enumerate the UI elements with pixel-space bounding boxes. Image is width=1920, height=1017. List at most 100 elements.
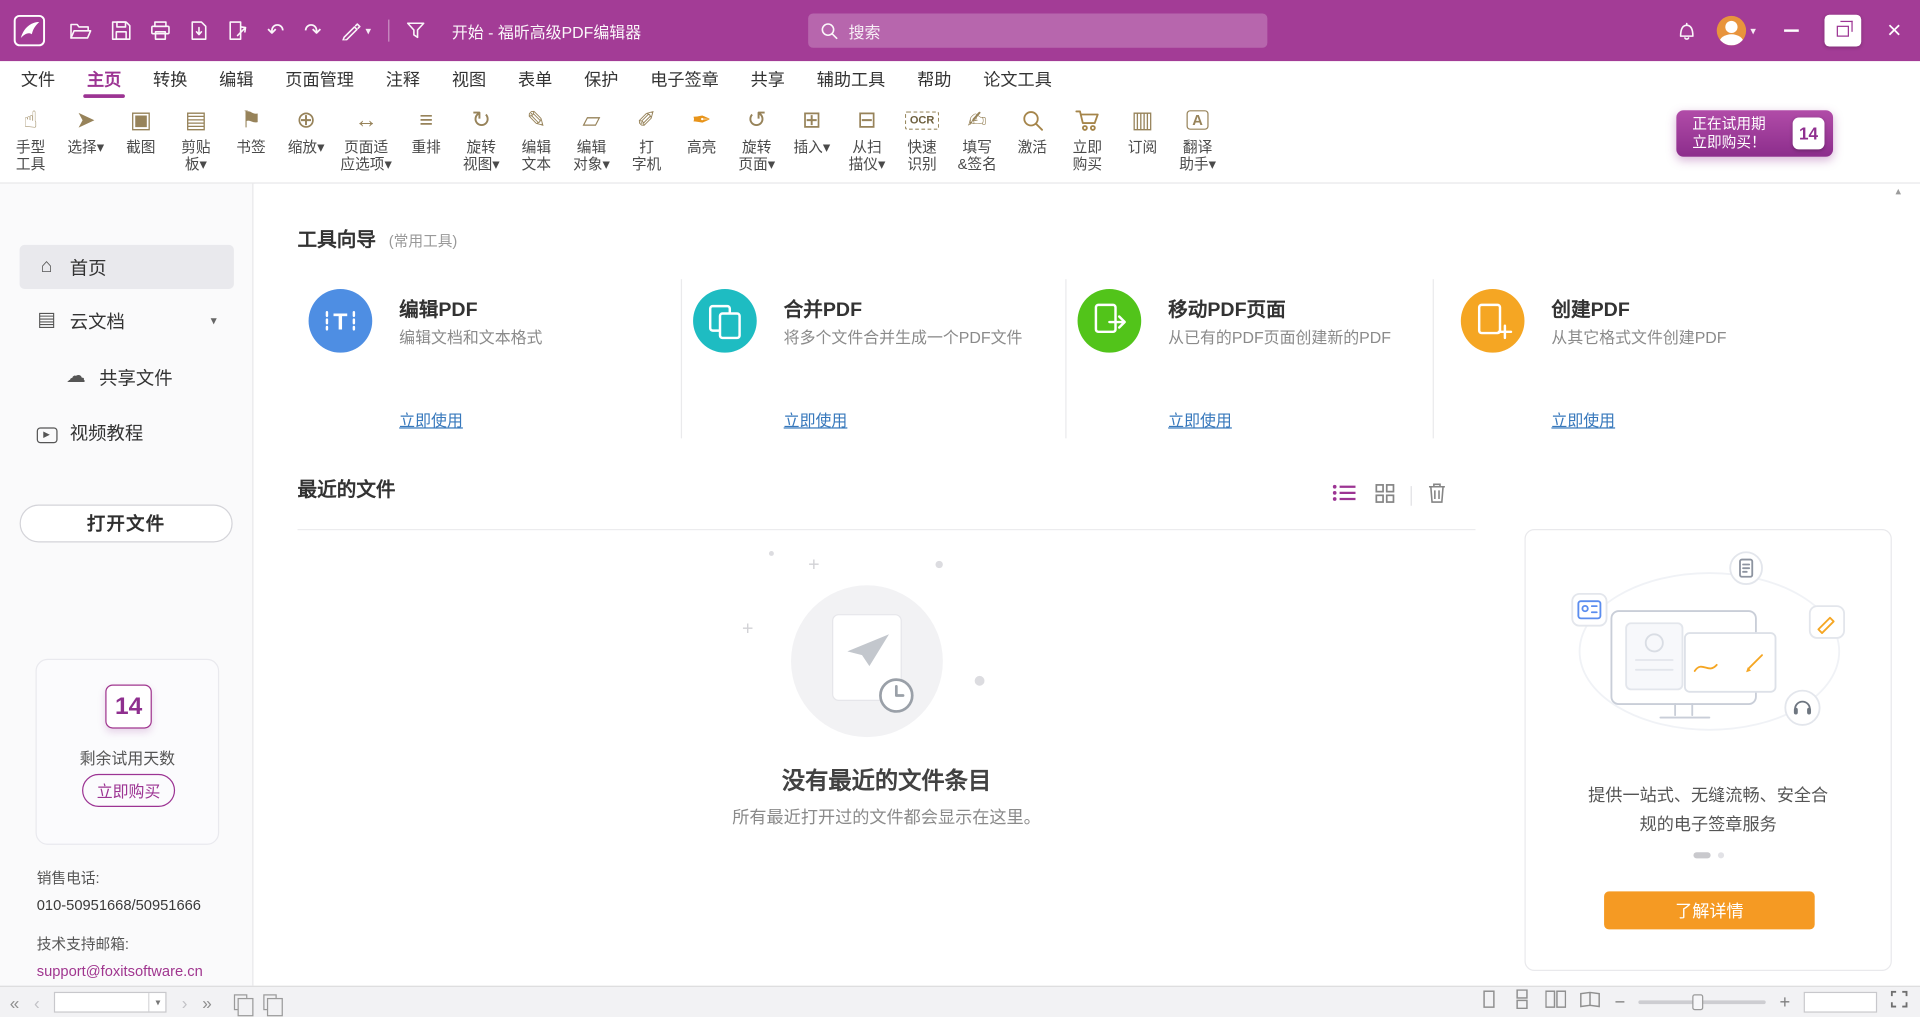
chevron-down-icon[interactable]: ▾ bbox=[149, 993, 166, 1011]
hand-tool-button[interactable]: ☝手型 工具 bbox=[10, 103, 52, 173]
user-account-button[interactable]: ▾ bbox=[1708, 0, 1766, 61]
reflow-icon: ≡ bbox=[419, 105, 433, 134]
bookmark-button[interactable]: ⚑书签 bbox=[230, 103, 272, 156]
menu-item-page-organize[interactable]: 页面管理 bbox=[269, 61, 369, 98]
sidebar-item-video-tutorials[interactable]: ▶ 视频教程 bbox=[20, 410, 234, 454]
use-now-link[interactable]: 立即使用 bbox=[1168, 408, 1232, 431]
carousel-dot[interactable] bbox=[1717, 852, 1723, 858]
menu-item-edit[interactable]: 编辑 bbox=[203, 61, 269, 98]
facing-view-button[interactable] bbox=[1546, 989, 1567, 1015]
menu-item-help[interactable]: 帮助 bbox=[901, 61, 967, 98]
menu-item-convert[interactable]: 转换 bbox=[137, 61, 203, 98]
sidebar-item-home[interactable]: ⌂ 首页 bbox=[20, 245, 234, 289]
menu-item-esign[interactable]: 电子签章 bbox=[634, 61, 734, 98]
undo-button[interactable]: ↶ bbox=[257, 0, 294, 61]
redo-button[interactable]: ↷ bbox=[294, 0, 331, 61]
dot-decoration bbox=[936, 561, 943, 568]
menu-item-home[interactable]: 主页 bbox=[71, 61, 137, 98]
menu-item-share[interactable]: 共享 bbox=[735, 61, 801, 98]
menu-item-view[interactable]: 视图 bbox=[436, 61, 502, 98]
zoom-in-button[interactable]: + bbox=[1779, 993, 1790, 1011]
learn-more-button[interactable]: 了解详情 bbox=[1604, 891, 1815, 929]
share-document-button[interactable] bbox=[218, 0, 257, 61]
menu-item-comment[interactable]: 注释 bbox=[370, 61, 436, 98]
continuous-view-button[interactable] bbox=[1513, 989, 1533, 1015]
activate-button[interactable]: 激活 bbox=[1011, 103, 1053, 156]
funnel-filter-button[interactable] bbox=[397, 0, 435, 61]
edit-object-button[interactable]: ▱编辑 对象▾ bbox=[571, 103, 613, 173]
first-page-button[interactable]: « bbox=[10, 992, 20, 1012]
trial-banner-line2: 立即购买！ bbox=[1692, 133, 1765, 151]
from-scanner-button[interactable]: ⊟从扫 描仪▾ bbox=[846, 103, 888, 173]
sales-phone-value: 010-50951668/50951666 bbox=[37, 896, 203, 913]
prev-page-button[interactable]: ‹ bbox=[34, 992, 40, 1012]
translate-assistant-button[interactable]: A翻译 助手▾ bbox=[1177, 103, 1219, 173]
subscribe-button[interactable]: ▥订阅 bbox=[1122, 103, 1164, 156]
tool-card-merge-pdf: 合并PDF 将多个文件合并生成一个PDF文件 立即使用 bbox=[681, 279, 1065, 438]
use-now-link[interactable]: 立即使用 bbox=[784, 408, 848, 431]
esign-illustration bbox=[1562, 547, 1856, 761]
menu-item-file[interactable]: 文件 bbox=[5, 61, 71, 98]
menu-item-thesis-tools[interactable]: 论文工具 bbox=[967, 61, 1067, 98]
select-tool-button[interactable]: ➤选择▾ bbox=[65, 103, 107, 156]
rotate-pages-button[interactable]: ↺旋转 页面▾ bbox=[736, 103, 778, 173]
zoom-level-input[interactable] bbox=[1804, 992, 1877, 1013]
previous-view-button[interactable] bbox=[234, 994, 247, 1010]
open-file-main-button[interactable]: 打开文件 bbox=[20, 504, 233, 542]
reflow-button[interactable]: ≡重排 bbox=[405, 103, 447, 156]
trial-period-banner[interactable]: 正在试用期 立即购买！ 14 bbox=[1676, 110, 1833, 157]
highlight-button[interactable]: ✒高亮 bbox=[681, 103, 723, 156]
export-pdf-button[interactable] bbox=[180, 0, 218, 61]
snapshot-button[interactable]: ▣截图 bbox=[120, 103, 162, 156]
zoom-out-button[interactable]: − bbox=[1614, 993, 1625, 1011]
edit-text-button[interactable]: ✎编辑 文本 bbox=[516, 103, 558, 173]
search-input[interactable]: 搜索 bbox=[808, 13, 1267, 47]
home-icon: ⌂ bbox=[34, 257, 58, 277]
restore-button[interactable] bbox=[1817, 0, 1868, 61]
use-now-link[interactable]: 立即使用 bbox=[399, 408, 463, 431]
fill-sign-button[interactable]: ✍填写 &签名 bbox=[956, 103, 998, 173]
grid-view-button[interactable] bbox=[1375, 483, 1395, 509]
list-view-button[interactable] bbox=[1332, 484, 1356, 508]
single-page-view-button[interactable] bbox=[1480, 989, 1500, 1015]
sidebar-item-shared-files[interactable]: ☁ 共享文件 bbox=[20, 355, 234, 399]
sidebar-item-cloud-docs[interactable]: ▤ 云文档 ▾ bbox=[20, 299, 234, 343]
last-page-button[interactable]: » bbox=[202, 992, 212, 1012]
close-button[interactable]: × bbox=[1869, 0, 1920, 61]
fullscreen-button[interactable] bbox=[1891, 991, 1908, 1014]
quick-sign-button[interactable]: ▾ bbox=[331, 0, 381, 61]
save-button[interactable] bbox=[102, 0, 141, 61]
page-number-input[interactable]: ▾ bbox=[54, 992, 167, 1013]
scroll-up-icon[interactable]: ▴ bbox=[1896, 185, 1902, 198]
tool-card-move-pages: 移动PDF页面 从已有的PDF页面创建新的PDF 立即使用 bbox=[1065, 279, 1432, 438]
carousel-dot-active[interactable] bbox=[1693, 852, 1710, 858]
menu-item-accessibility[interactable]: 辅助工具 bbox=[801, 61, 901, 98]
next-page-button[interactable]: › bbox=[182, 992, 188, 1012]
zoom-slider-thumb[interactable] bbox=[1693, 994, 1704, 1010]
use-now-link[interactable]: 立即使用 bbox=[1551, 408, 1615, 431]
open-file-button[interactable] bbox=[60, 0, 102, 61]
rotate-view-button[interactable]: ↻旋转 视图▾ bbox=[460, 103, 502, 173]
zoom-tool-button[interactable]: ⊕缩放▾ bbox=[285, 103, 327, 156]
notifications-button[interactable] bbox=[1667, 0, 1707, 61]
buy-now-pill-button[interactable]: 立即购买 bbox=[82, 774, 175, 807]
insert-pages-button[interactable]: ⊞插入▾ bbox=[791, 103, 833, 156]
empty-state-subtitle: 所有最近打开过的文件都会显示在这里。 bbox=[298, 804, 1476, 828]
book-view-button[interactable] bbox=[1580, 989, 1601, 1015]
next-view-button[interactable] bbox=[263, 994, 276, 1010]
tool-card-title: 合并PDF bbox=[784, 293, 862, 322]
zoom-slider[interactable] bbox=[1639, 1000, 1766, 1004]
delete-recent-button[interactable] bbox=[1428, 482, 1446, 509]
trial-days-badge: 14 bbox=[1793, 118, 1825, 150]
ocr-button[interactable]: OCR快速 识别 bbox=[901, 103, 943, 173]
buy-now-button[interactable]: 立即 购买 bbox=[1067, 103, 1109, 173]
typewriter-button[interactable]: ✐打 字机 bbox=[626, 103, 668, 173]
menu-item-form[interactable]: 表单 bbox=[502, 61, 568, 98]
menu-item-protect[interactable]: 保护 bbox=[568, 61, 634, 98]
print-button[interactable] bbox=[141, 0, 180, 61]
fit-options-button[interactable]: ↔页面适 应选项▾ bbox=[340, 103, 391, 173]
minimize-button[interactable] bbox=[1766, 0, 1817, 61]
support-email-value[interactable]: support@foxitsoftware.cn bbox=[37, 962, 203, 979]
object-icon: ▱ bbox=[583, 105, 601, 134]
clipboard-button[interactable]: ▤剪贴 板▾ bbox=[175, 103, 217, 173]
